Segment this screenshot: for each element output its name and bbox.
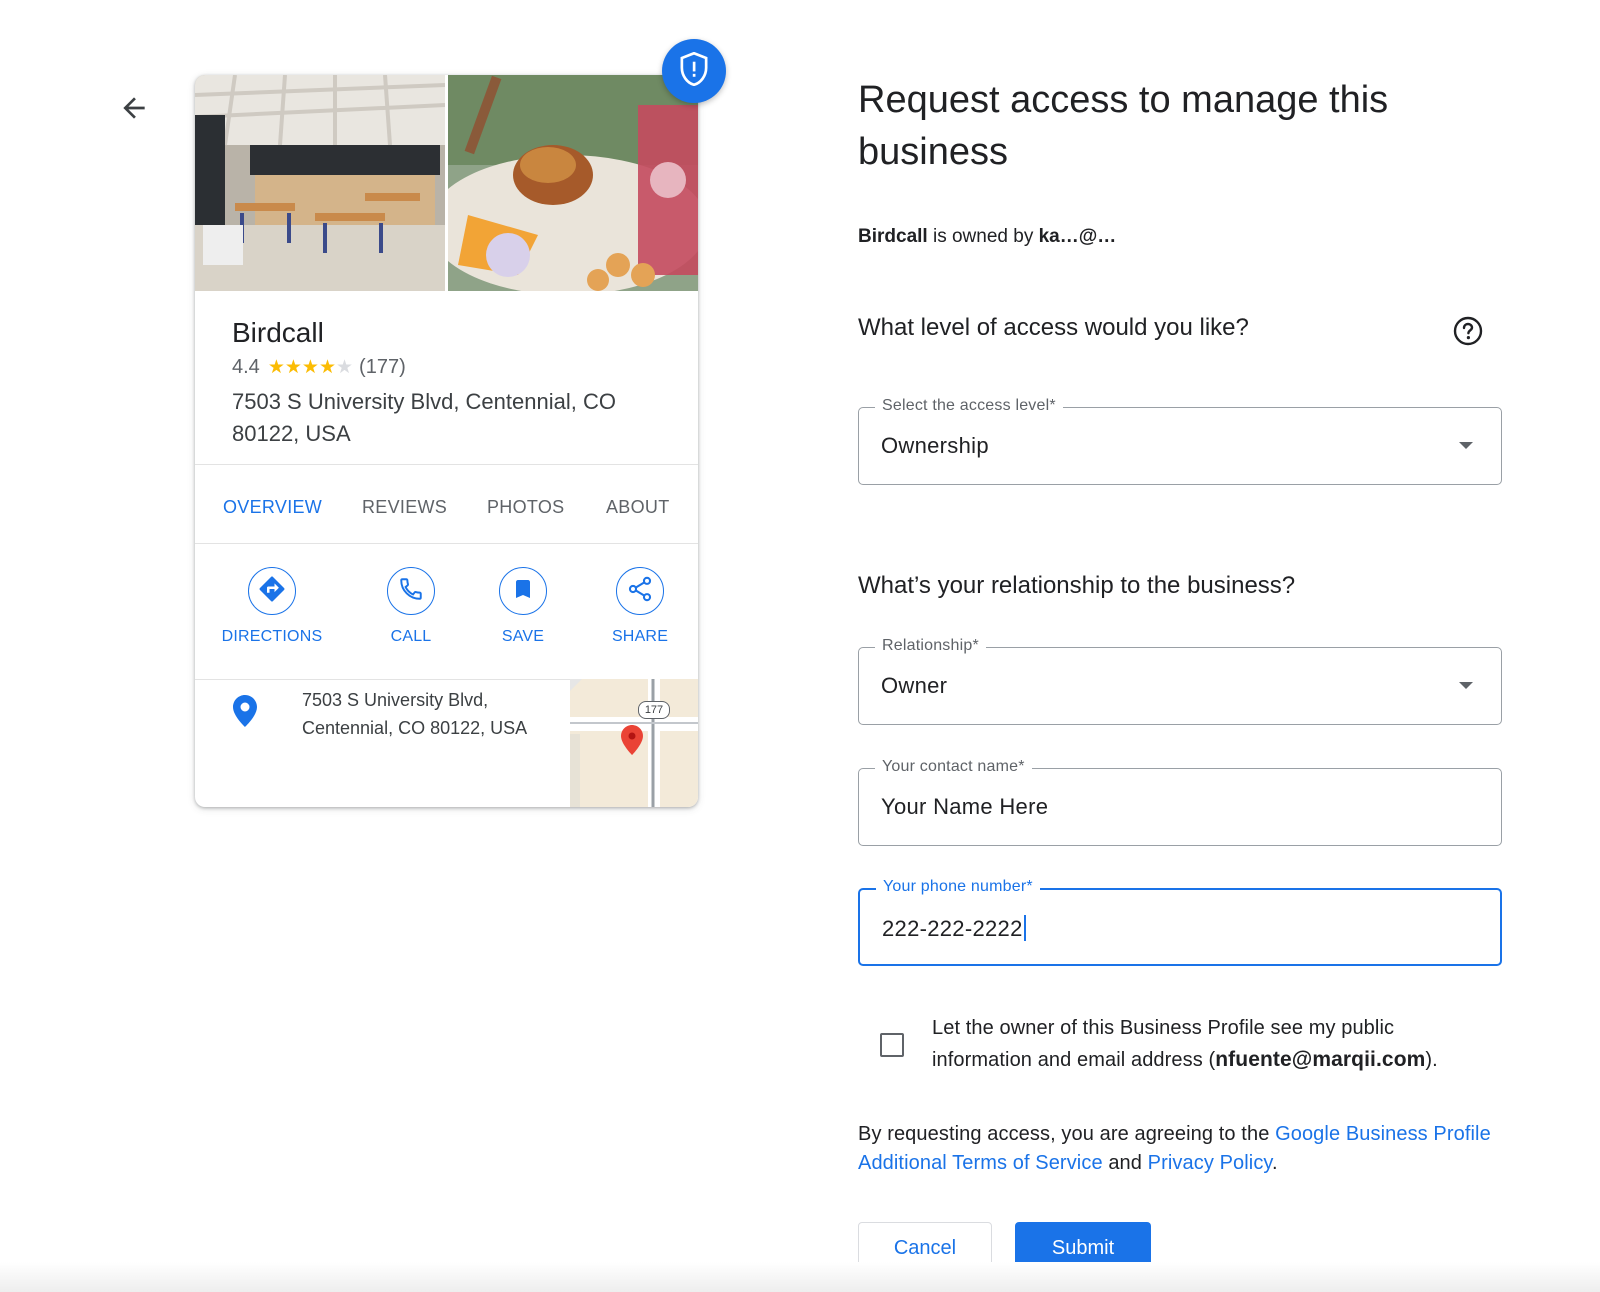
route-label: 177 <box>644 704 664 716</box>
terms-prefix: By requesting access, you are agreeing t… <box>858 1123 1276 1145</box>
business-name: Birdcall <box>232 317 324 348</box>
consent-checkbox[interactable] <box>880 1033 904 1057</box>
star-icon: ★ <box>267 357 285 378</box>
interior-photo[interactable] <box>195 75 445 291</box>
save-label: SAVE <box>501 628 545 645</box>
back-arrow-icon[interactable] <box>118 92 150 124</box>
detail-address[interactable]: 7503 S University Blvd, Centennial, CO 8… <box>302 686 572 742</box>
dropdown-caret-icon <box>1459 682 1473 689</box>
share-icon <box>626 575 654 608</box>
save-button[interactable]: SAVE <box>493 567 553 646</box>
review-count[interactable]: (177) <box>359 356 406 379</box>
star-icon: ★ <box>336 357 354 378</box>
tab-photos[interactable]: PHOTOS <box>487 497 564 518</box>
rating-stars: ★ ★ ★ ★ ★ <box>268 358 353 377</box>
map-thumbnail[interactable]: 177 <box>570 679 698 807</box>
owner-email: ka…@… <box>1038 226 1117 247</box>
call-label: CALL <box>390 628 432 645</box>
owner-business-name: Birdcall <box>858 226 928 247</box>
tab-overview[interactable]: OVERVIEW <box>223 497 322 518</box>
share-label: SHARE <box>611 628 669 645</box>
business-address: 7503 S University Blvd, Centennial, CO 8… <box>232 389 616 446</box>
relationship-label: Relationship* <box>875 637 986 655</box>
phone-number-field[interactable]: Your phone number* 222-222-2222 <box>858 878 1502 966</box>
share-button[interactable]: SHARE <box>605 567 675 646</box>
star-icon: ★ <box>318 357 336 378</box>
consent-text-suffix: ). <box>1425 1049 1438 1071</box>
star-icon: ★ <box>301 357 319 378</box>
route-shield: 177 <box>638 701 670 719</box>
relationship-value: Owner <box>881 673 948 698</box>
help-icon[interactable] <box>1453 316 1483 346</box>
access-level-label: Select the access level* <box>875 397 1063 415</box>
terms-suffix: . <box>1272 1152 1278 1174</box>
rating-row: 4.4 ★ ★ ★ ★ ★ (177) <box>232 356 406 379</box>
owner-info-text: is owned by <box>927 226 1039 247</box>
phone-icon <box>398 576 424 607</box>
page-title: Request access to manage this business <box>858 79 1389 173</box>
access-question: What level of access would you like? <box>858 314 1249 341</box>
phone-number-value: 222-222-2222 <box>882 916 1023 941</box>
access-level-select[interactable]: Select the access level* Ownership <box>858 397 1502 485</box>
directions-label: DIRECTIONS <box>221 628 323 645</box>
call-button[interactable]: CALL <box>381 567 441 646</box>
directions-button[interactable]: DIRECTIONS <box>217 567 327 646</box>
contact-name-label: Your contact name* <box>875 758 1032 776</box>
location-pin-icon <box>233 695 257 732</box>
phone-number-input[interactable]: 222-222-2222 <box>882 915 1442 942</box>
privacy-policy-link[interactable]: Privacy Policy <box>1148 1152 1272 1174</box>
dropdown-caret-icon <box>1459 442 1473 449</box>
consent-text: Let the owner of this Business Profile s… <box>932 1012 1492 1076</box>
relationship-select[interactable]: Relationship* Owner <box>858 637 1502 725</box>
shield-badge <box>662 39 726 103</box>
terms-mid: and <box>1102 1152 1148 1174</box>
directions-icon <box>257 574 287 609</box>
relationship-question: What’s your relationship to the business… <box>858 572 1296 599</box>
food-photo[interactable] <box>448 75 698 291</box>
tab-reviews[interactable]: REVIEWS <box>362 497 447 518</box>
rating-value: 4.4 <box>232 356 260 378</box>
bookmark-icon <box>511 577 535 606</box>
terms-text: By requesting access, you are agreeing t… <box>858 1120 1508 1178</box>
consent-email: nfuente@marqii.com <box>1215 1048 1426 1071</box>
owner-info: Birdcall is owned by ka…@… <box>858 226 1116 248</box>
shield-icon <box>679 51 709 91</box>
access-level-value: Ownership <box>881 433 989 458</box>
phone-number-label: Your phone number* <box>876 878 1040 896</box>
contact-name-field[interactable]: Your contact name* Your Name Here <box>858 758 1502 846</box>
contact-name-input[interactable]: Your Name Here <box>881 794 1441 820</box>
bottom-edge-shadow <box>0 1262 1600 1292</box>
tab-about[interactable]: ABOUT <box>606 497 670 518</box>
detail-address-line2: Centennial, CO 80122, USA <box>302 718 528 738</box>
star-icon: ★ <box>284 357 302 378</box>
detail-address-line1: 7503 S University Blvd, <box>302 690 489 710</box>
text-cursor <box>1023 915 1026 941</box>
business-card: Birdcall 4.4 ★ ★ ★ ★ ★ (177) 7503 S Universi… <box>195 75 698 807</box>
